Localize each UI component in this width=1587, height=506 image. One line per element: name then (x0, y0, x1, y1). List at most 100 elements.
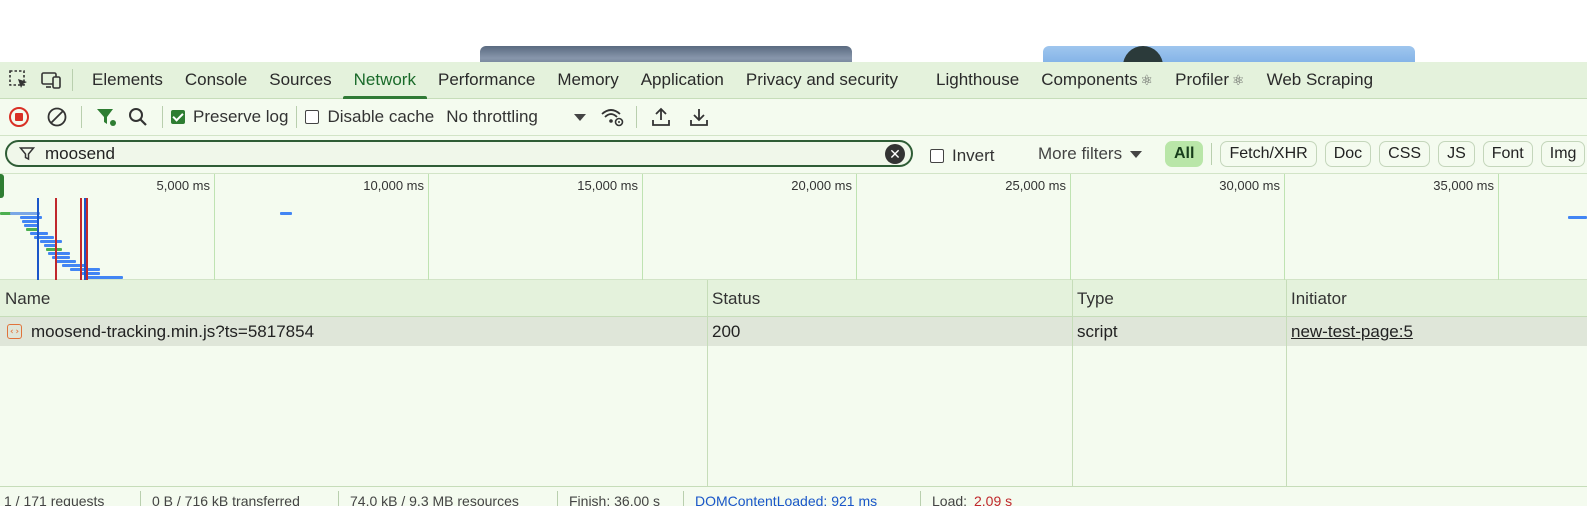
tab-memory[interactable]: Memory (546, 62, 629, 99)
column-divider[interactable] (1286, 280, 1287, 486)
column-header-status[interactable]: Status (707, 280, 760, 317)
transferred-size: 0 B / 716 kB transferred (152, 493, 300, 506)
divider (296, 106, 298, 128)
finish-time: Finish: 36.00 s (569, 493, 661, 506)
network-conditions-button[interactable] (596, 101, 628, 133)
upload-icon (652, 107, 671, 126)
tab-network[interactable]: Network (342, 62, 428, 99)
tab-label: Elements (92, 70, 163, 89)
invert-label: Invert (952, 146, 995, 165)
chip-js[interactable]: JS (1438, 141, 1475, 167)
timeline-tick-label: 15,000 ms (577, 178, 638, 193)
inspect-element-icon[interactable] (6, 67, 32, 93)
throttling-value: No throttling (446, 107, 538, 126)
chip-all[interactable]: All (1165, 141, 1204, 167)
tab-lighthouse[interactable]: Lighthouse (925, 62, 1030, 99)
tab-label: Components (1041, 70, 1138, 89)
record-icon (9, 107, 29, 127)
tab-console[interactable]: Console (174, 62, 258, 99)
tab-sources[interactable]: Sources (258, 62, 342, 99)
divider (920, 491, 921, 506)
timeline-gridline (214, 174, 215, 280)
timeline-gridline (428, 174, 429, 280)
chip-font[interactable]: Font (1482, 141, 1533, 167)
tab-label: Console (184, 70, 248, 89)
clear-button[interactable] (41, 101, 73, 133)
throttling-select[interactable]: No throttling (446, 107, 587, 127)
tab-label: Privacy and security (745, 70, 899, 89)
tab-privacy-and-security[interactable]: Privacy and security (735, 62, 909, 99)
column-header-type[interactable]: Type (1072, 280, 1114, 317)
chip-doc[interactable]: Doc (1324, 141, 1372, 167)
timeline-gridline (1498, 174, 1499, 280)
column-divider[interactable] (1072, 280, 1073, 486)
disable-cache-label: Disable cache (327, 107, 435, 126)
chevron-down-icon (1130, 150, 1143, 158)
network-overview-timeline[interactable]: 5,000 ms 10,000 ms 15,000 ms 20,000 ms 25,00… (0, 174, 1587, 280)
divider (72, 69, 73, 91)
timeline-request-bar (46, 248, 62, 251)
chip-img[interactable]: Img (1540, 141, 1586, 167)
request-status: 200 (712, 321, 741, 341)
divider (338, 491, 339, 506)
chevron-down-icon (574, 113, 587, 121)
timeline-request-bar (22, 220, 38, 223)
tab-label: Lighthouse (936, 70, 1020, 89)
request-name-cell[interactable]: ‹› moosend-tracking.min.js?ts=5817854 (2, 317, 314, 346)
filter-bar: ✕ Invert More filters All Fetch/XHR Doc CSS… (0, 136, 1587, 174)
search-icon (129, 108, 147, 126)
preserve-log-checkbox[interactable]: Preserve log (171, 107, 288, 127)
import-har-button[interactable] (645, 101, 677, 133)
load-time-value: 2.09 s (974, 493, 1013, 506)
table-row[interactable]: ‹› moosend-tracking.min.js?ts=5817854 20… (0, 317, 1587, 346)
divider (1211, 143, 1213, 165)
chip-css[interactable]: CSS (1379, 141, 1431, 167)
checkbox-icon (305, 110, 320, 124)
table-header: Name Status Type Initiator (0, 280, 1587, 317)
tab-application[interactable]: Application (630, 62, 735, 99)
wifi-settings-icon (601, 109, 624, 127)
preserve-log-label: Preserve log (193, 107, 289, 126)
export-har-button[interactable] (683, 101, 715, 133)
tab-label: Application (640, 70, 724, 89)
tab-components[interactable]: Components ⚛ (1030, 62, 1164, 99)
timeline-event-marker (55, 198, 57, 280)
filter-icon (15, 142, 39, 166)
page-content-area (0, 0, 1587, 62)
timeline-tick-label: 30,000 ms (1219, 178, 1280, 193)
timeline-request-bar (56, 260, 76, 263)
timeline-event-marker (80, 198, 82, 280)
domcontentloaded-time: DOMContentLoaded: 921 ms (695, 493, 878, 506)
stop-recording-button[interactable] (3, 101, 35, 133)
request-count: 1 / 171 requests (4, 493, 105, 506)
column-divider[interactable] (707, 280, 708, 486)
column-header-initiator[interactable]: Initiator (1286, 280, 1347, 317)
timeline-request-bar (62, 264, 86, 267)
clear-filter-icon[interactable]: ✕ (885, 144, 905, 164)
tab-elements[interactable]: Elements (81, 62, 174, 99)
timeline-gridline (856, 174, 857, 280)
resources-size: 74.0 kB / 9.3 MB resources (350, 493, 519, 506)
invert-checkbox[interactable]: Invert (930, 146, 995, 166)
column-header-name[interactable]: Name (0, 280, 50, 317)
search-button[interactable] (122, 101, 154, 133)
disable-cache-checkbox[interactable]: Disable cache (305, 107, 434, 127)
timeline-selection-handle[interactable] (0, 174, 4, 198)
react-icon: ⚛ (1140, 71, 1154, 88)
tab-profiler[interactable]: Profiler ⚛ (1164, 62, 1255, 99)
checkbox-icon (930, 149, 944, 163)
filter-toggle-button[interactable] (90, 101, 122, 133)
timeline-request-bar (80, 272, 100, 275)
tab-web-scraping[interactable]: Web Scraping (1256, 62, 1384, 99)
initiator-link[interactable]: new-test-page:5 (1291, 322, 1413, 342)
filter-field[interactable]: ✕ (5, 140, 913, 167)
resource-type-chips: AllFetch/XHRDocCSSJSFontImgMedi (1165, 141, 1587, 167)
device-toolbar-icon[interactable] (38, 67, 64, 93)
filter-input[interactable] (45, 143, 865, 164)
chip-fetch-xhr[interactable]: Fetch/XHR (1220, 141, 1317, 167)
devtools-panel: Elements Console Sources Network Performance… (0, 62, 1587, 506)
more-filters-dropdown[interactable]: More filters (1038, 144, 1143, 164)
tab-performance[interactable]: Performance (427, 62, 546, 99)
filter-icon (97, 109, 116, 126)
devtools-tab-bar: Elements Console Sources Network Performance… (0, 62, 1587, 99)
